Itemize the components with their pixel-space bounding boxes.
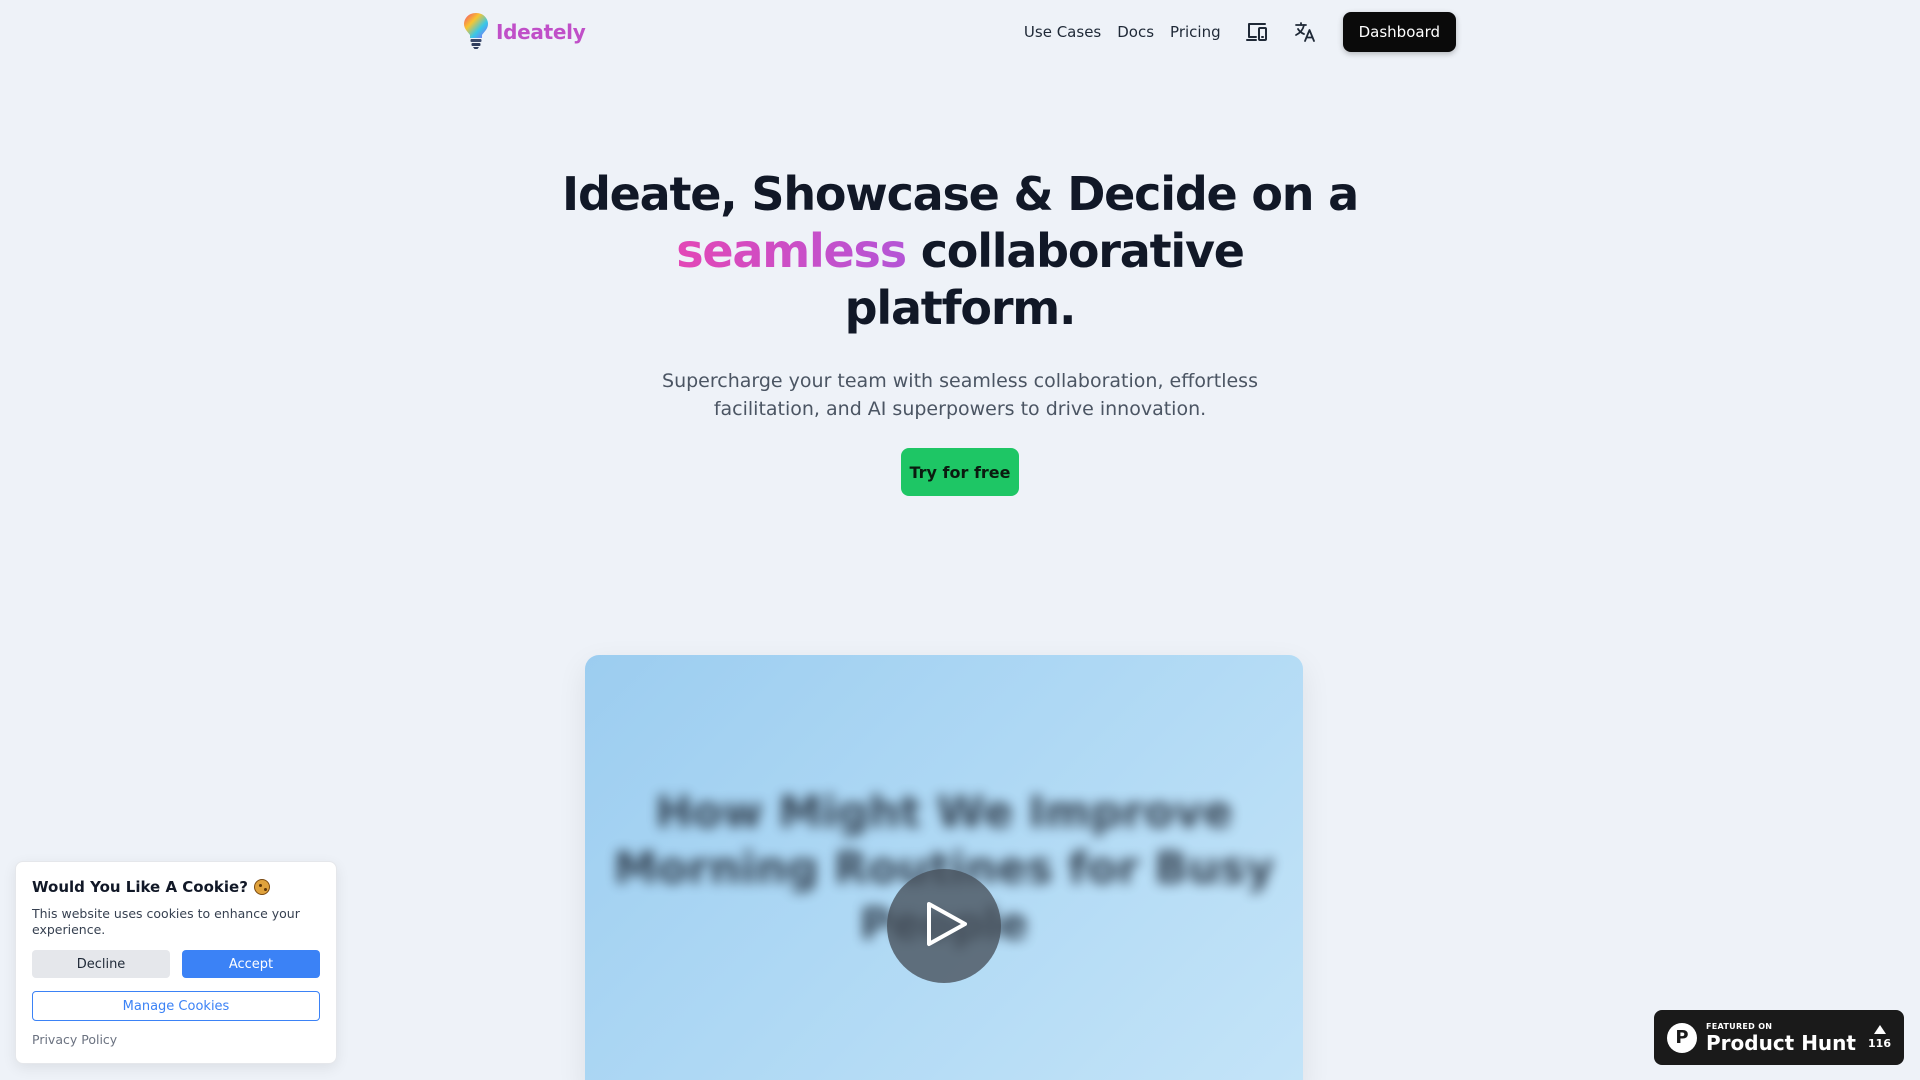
product-hunt-badge[interactable]: P FEATURED ON Product Hunt 116 — [1654, 1010, 1904, 1065]
nav-docs[interactable]: Docs — [1117, 23, 1154, 41]
hero-subtitle: Supercharge your team with seamless coll… — [662, 370, 1258, 420]
manage-cookies-button[interactable]: Manage Cookies — [32, 991, 320, 1021]
logo-link[interactable]: Ideately — [462, 11, 586, 53]
cookie-title: Would You Like A Cookie? — [32, 878, 320, 896]
cookie-description: This website uses cookies to enhance you… — [32, 906, 300, 937]
dashboard-button[interactable]: Dashboard — [1342, 12, 1456, 52]
product-hunt-text: FEATURED ON Product Hunt — [1706, 1022, 1856, 1054]
cookie-banner: Would You Like A Cookie? This website us… — [15, 861, 337, 1064]
cookie-icon — [253, 879, 270, 895]
hero-title-part1: Ideate, Showcase & Decide on a — [562, 167, 1359, 221]
hero-title-accent: seamless — [676, 224, 907, 278]
lightbulb-logo-icon — [462, 11, 490, 53]
cookie-title-text: Would You Like A Cookie? — [32, 878, 248, 896]
devices-icon[interactable] — [1241, 16, 1273, 48]
translate-icon[interactable] — [1289, 16, 1321, 48]
product-hunt-logo-icon: P — [1667, 1022, 1697, 1053]
site-header: Ideately Use Cases Docs Pricing Dashboar… — [0, 0, 1920, 64]
product-hunt-featured-label: FEATURED ON — [1706, 1021, 1773, 1031]
cookie-actions: Decline Accept — [32, 950, 320, 978]
accept-button[interactable]: Accept — [182, 950, 320, 978]
product-hunt-vote-count: 116 — [1868, 1037, 1891, 1050]
product-hunt-votes: 116 — [1868, 1025, 1891, 1050]
hero-title: Ideate, Showcase & Decide on a seamless … — [560, 166, 1360, 337]
product-hunt-name: Product Hunt — [1706, 1030, 1856, 1055]
decline-button[interactable]: Decline — [32, 950, 170, 978]
nav-pricing[interactable]: Pricing — [1170, 23, 1221, 41]
play-button[interactable] — [887, 869, 1001, 983]
logo-text: Ideately — [496, 20, 586, 44]
privacy-policy-link[interactable]: Privacy Policy — [32, 1032, 117, 1047]
play-icon — [919, 900, 969, 952]
upvote-arrow-icon — [1873, 1025, 1886, 1034]
landing-page: Ideately Use Cases Docs Pricing Dashboar… — [0, 0, 1920, 1080]
nav-use-cases[interactable]: Use Cases — [1024, 23, 1101, 41]
main-nav: Use Cases Docs Pricing Dashboard — [1024, 12, 1456, 52]
try-for-free-button[interactable]: Try for free — [901, 448, 1019, 496]
demo-video[interactable]: How Might We Improve Morning Routines fo… — [585, 655, 1303, 1080]
